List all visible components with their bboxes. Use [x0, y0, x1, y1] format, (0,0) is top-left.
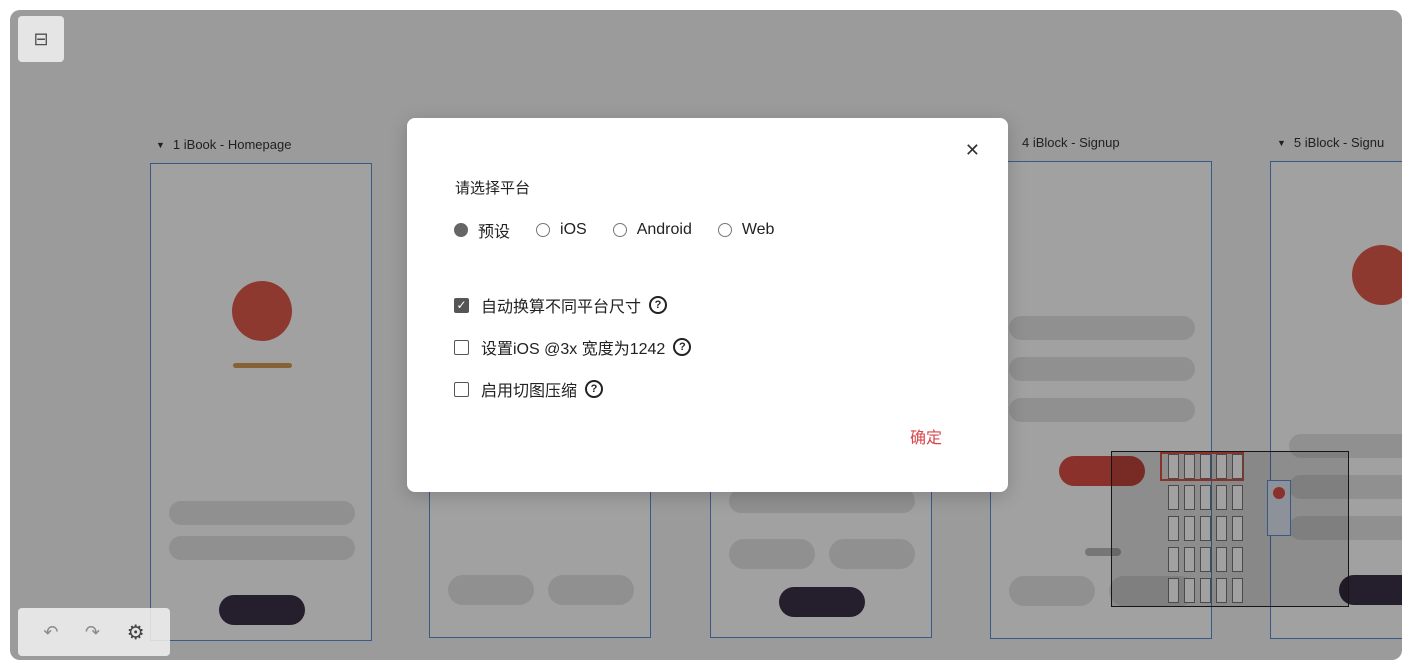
radio-preset[interactable]: 预设 [454, 218, 510, 242]
option-ios-3x-width[interactable]: 设置iOS @3x 宽度为1242 ? [454, 326, 692, 368]
checkbox-unchecked-icon[interactable] [454, 381, 469, 397]
undo-icon[interactable]: ↶ [43, 622, 58, 643]
checkbox-unchecked-icon[interactable] [454, 339, 469, 355]
bottom-toolbar: ↶ ↷ ⚙ [18, 608, 170, 656]
layers-icon: ⊟ [33, 28, 49, 49]
redo-icon[interactable]: ↷ [85, 622, 100, 643]
option-auto-convert[interactable]: ✓ 自动换算不同平台尺寸 ? [454, 284, 691, 326]
radio-unselected-icon[interactable] [612, 223, 627, 237]
radio-selected-icon[interactable] [454, 223, 468, 237]
question-circle-icon[interactable]: ? [585, 380, 604, 398]
gear-icon[interactable]: ⚙ [127, 620, 145, 645]
radio-ios[interactable]: iOS [536, 221, 587, 239]
close-icon[interactable]: ✕ [965, 140, 980, 161]
radio-android[interactable]: Android [612, 221, 692, 239]
options-list: ✓ 自动换算不同平台尺寸 ? 设置iOS @3x 宽度为1242 ? 启用切图压… [454, 284, 692, 410]
layers-toggle-button[interactable]: ⊟ [18, 16, 64, 62]
platform-dialog: ✕ 请选择平台 预设 iOS Android Web ✓ 自动换算不同平台尺寸 … [407, 118, 1008, 492]
platform-radio-group: 预设 iOS Android Web [454, 218, 800, 242]
question-circle-icon[interactable]: ? [673, 338, 692, 356]
radio-web[interactable]: Web [717, 221, 774, 239]
confirm-button[interactable]: 确定 [910, 424, 942, 448]
dialog-title: 请选择平台 [455, 180, 531, 197]
radio-unselected-icon[interactable] [536, 223, 551, 237]
question-circle-icon[interactable]: ? [649, 296, 668, 314]
checkbox-checked-icon[interactable]: ✓ [454, 297, 469, 313]
radio-unselected-icon[interactable] [717, 223, 732, 237]
option-slice-compression[interactable]: 启用切图压缩 ? [454, 368, 691, 410]
